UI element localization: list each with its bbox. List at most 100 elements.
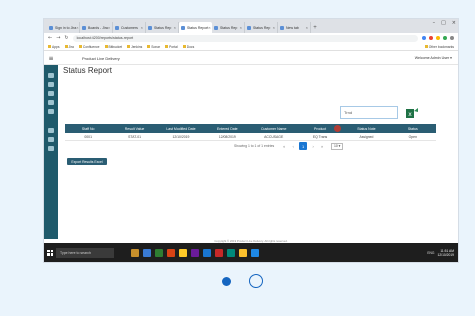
extension-icon[interactable] <box>436 36 440 40</box>
reload-icon[interactable]: ↻ <box>64 35 68 41</box>
extension-icon[interactable] <box>429 36 433 40</box>
bookmark-item[interactable]: Jira <box>65 45 74 49</box>
browser-tab[interactable]: New tab × <box>278 22 311 33</box>
tab-close-icon[interactable]: × <box>306 25 308 30</box>
user-menu[interactable]: Welcome Admin User ▾ <box>415 56 452 60</box>
export-button[interactable]: Export Results Excel <box>67 158 107 165</box>
taskbar-app-icon[interactable] <box>191 248 199 257</box>
tab-close-icon[interactable]: × <box>141 25 143 30</box>
next-page-button[interactable]: › <box>310 144 316 149</box>
close-icon[interactable]: × <box>452 20 456 26</box>
status-table: Staff No Result Value Last Modified Date En… <box>65 124 436 141</box>
carousel-dot[interactable] <box>249 274 263 288</box>
settings-icon[interactable] <box>48 128 54 133</box>
browser-tab[interactable]: Sign in to Jira × <box>47 22 80 33</box>
users-icon[interactable] <box>48 137 54 142</box>
first-page-button[interactable]: « <box>281 144 287 149</box>
tab-favicon-icon <box>280 25 284 30</box>
taskbar-app-icon[interactable] <box>215 248 223 257</box>
taskbar-app-icon[interactable] <box>155 248 163 257</box>
prev-page-button[interactable]: ‹ <box>290 144 296 149</box>
tab-close-icon[interactable]: × <box>273 25 275 30</box>
bookmark-item[interactable]: Sonar <box>147 45 160 49</box>
page-title: Status Report <box>63 66 112 75</box>
column-header[interactable]: Product <box>297 124 343 133</box>
back-icon[interactable]: ← <box>48 35 52 41</box>
browser-tab[interactable]: Customers × <box>113 22 146 33</box>
tab-favicon-icon <box>181 25 185 30</box>
taskbar-app-icon[interactable] <box>179 248 187 257</box>
current-page-button[interactable]: 1 <box>299 142 308 150</box>
app-brand[interactable]: Product Live Delivery <box>82 56 120 61</box>
browser-tab-bar: Sign in to Jira × Boards - Jira × Customers ×… <box>44 19 458 33</box>
table-row[interactable]: 0001 STAT-01 12/10/2019 12/08/2019 ACCUSAGE E… <box>65 133 436 141</box>
column-header[interactable]: Result Value <box>111 124 157 133</box>
tab-label: New tab <box>286 25 299 30</box>
reports-icon[interactable] <box>48 91 54 96</box>
browser-tab[interactable]: Boards - Jira × <box>80 22 113 33</box>
extension-icon[interactable] <box>422 36 426 40</box>
column-header[interactable]: Customer Name <box>251 124 297 133</box>
taskbar-app-icon[interactable] <box>227 248 235 257</box>
list-icon[interactable] <box>48 100 54 105</box>
hamburger-icon[interactable]: ≡ <box>44 55 58 62</box>
tab-close-icon[interactable]: × <box>108 25 110 30</box>
other-bookmarks[interactable]: Other bookmarks <box>425 45 454 49</box>
tab-label: Status Rep <box>154 25 172 30</box>
browser-tab[interactable]: Status Report × <box>179 22 212 33</box>
bookmark-item[interactable]: Bitbucket <box>105 45 123 49</box>
tab-favicon-icon <box>82 25 86 30</box>
new-tab-button[interactable]: + <box>311 22 319 33</box>
url-field[interactable]: localhost:4200/reports/status-report <box>72 34 418 42</box>
bookmark-item[interactable]: Portal <box>165 45 178 49</box>
taskbar-search[interactable]: Type here to search <box>56 247 114 258</box>
page-size-select[interactable]: 10 ▾ <box>331 142 344 150</box>
bookmark-item[interactable]: Jenkins <box>127 45 142 49</box>
carousel-dots <box>219 274 263 289</box>
windows-start-icon[interactable] <box>47 249 53 256</box>
table-cell: 12/08/2019 <box>218 134 236 139</box>
search-input[interactable]: Trnd <box>340 106 398 119</box>
taskbar-app-icon[interactable] <box>143 248 151 257</box>
excel-export-icon[interactable]: x <box>405 107 419 119</box>
taskbar-app-icon[interactable] <box>251 248 259 257</box>
tab-close-icon[interactable]: × <box>240 25 242 30</box>
dashboard-icon[interactable] <box>48 73 54 78</box>
last-page-button[interactable]: » <box>319 144 325 149</box>
table-cell: ACCUSAGE <box>264 134 284 139</box>
browser-tab[interactable]: Status Rep × <box>245 22 278 33</box>
column-header[interactable]: Entered Date <box>204 124 250 133</box>
tab-close-icon[interactable]: × <box>174 25 176 30</box>
tab-close-icon[interactable]: × <box>76 25 78 30</box>
clock[interactable]: 11:51 AM 12/10/2019 <box>437 249 454 257</box>
language-indicator[interactable]: ENG <box>427 251 434 255</box>
forward-icon[interactable]: → <box>56 35 60 41</box>
bookmark-item[interactable]: Docs <box>183 45 195 49</box>
extension-icon[interactable] <box>443 36 447 40</box>
taskbar-app-icon[interactable] <box>203 248 211 257</box>
column-header[interactable]: Staff No <box>65 124 111 133</box>
column-header[interactable]: Last Modified Date <box>158 124 204 133</box>
taskbar-app-icon[interactable] <box>239 248 247 257</box>
table-cell: EQ Trans <box>312 134 328 139</box>
taskbar-app-icon[interactable] <box>131 248 139 257</box>
bookmark-item[interactable]: Confluence <box>79 45 100 49</box>
tab-close-icon[interactable]: × <box>208 25 210 30</box>
tab-label: Status Rep <box>253 25 271 30</box>
carousel-dot[interactable] <box>222 277 231 286</box>
sidebar <box>44 65 58 239</box>
table-cell: STAT-01 <box>128 134 141 139</box>
minimize-icon[interactable]: – <box>433 20 436 26</box>
maximize-icon[interactable]: □ <box>441 20 446 26</box>
browser-tab[interactable]: Status Rep × <box>146 22 179 33</box>
home-icon[interactable] <box>48 82 54 87</box>
app-header: ≡ Product Live Delivery Welcome Admin Us… <box>44 52 458 65</box>
bookmark-item[interactable]: Apps <box>48 45 60 49</box>
taskbar-app-icon[interactable] <box>167 248 175 257</box>
help-icon[interactable] <box>48 146 54 151</box>
column-header[interactable]: Status Note <box>343 124 389 133</box>
screenshot-card: Sign in to Jira × Boards - Jira × Customers ×… <box>0 0 475 316</box>
column-header[interactable]: Status <box>390 124 436 133</box>
extension-icon[interactable] <box>450 36 454 40</box>
browser-tab[interactable]: Status Rep × <box>212 22 245 33</box>
